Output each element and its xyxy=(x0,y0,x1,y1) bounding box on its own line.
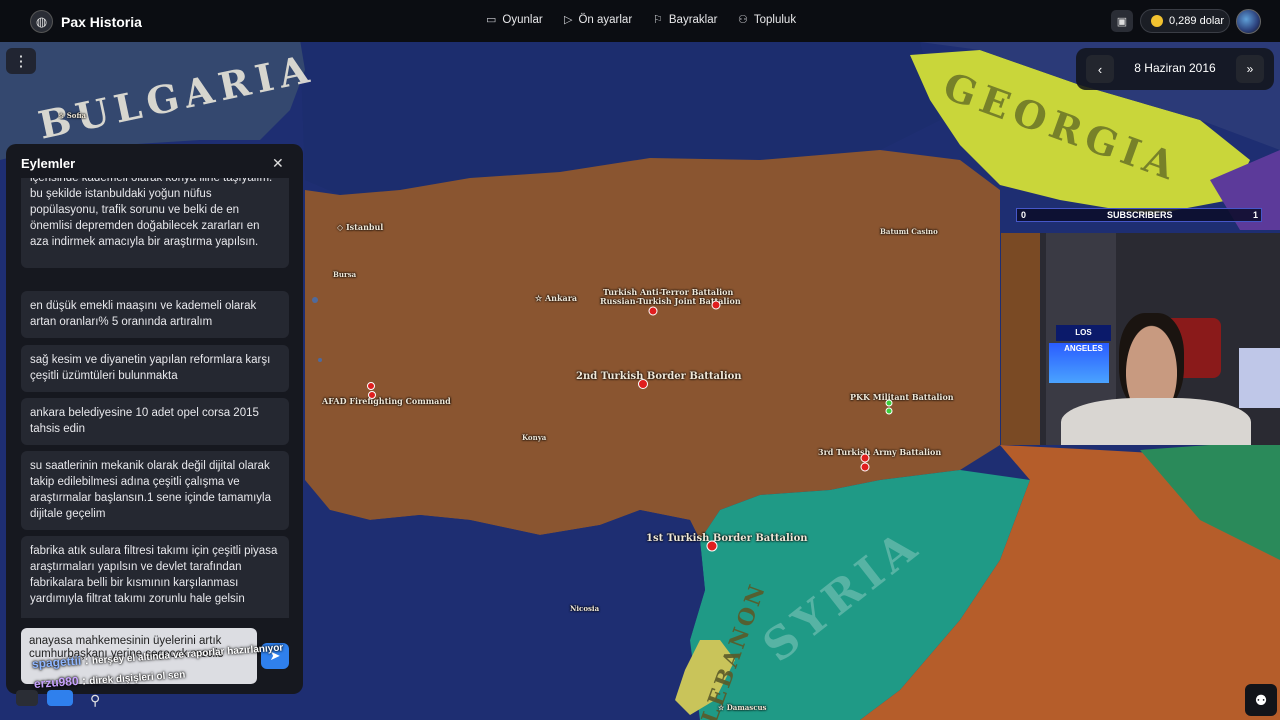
unit-marker xyxy=(860,453,870,463)
nav-item-flags[interactable]: ⚐ Bayraklar xyxy=(653,13,717,27)
subs-right-count: 1 xyxy=(1253,210,1259,220)
users-icon: ⚇ xyxy=(738,14,748,26)
actions-panel: Eylemler ✕ içerisinde kademeli olarak ko… xyxy=(6,144,303,694)
menu-button[interactable]: ⋮ xyxy=(6,48,36,74)
flag-icon: ⚐ xyxy=(653,14,663,26)
unit-marker xyxy=(711,300,721,310)
chevron-left-icon: ‹ xyxy=(1097,61,1103,77)
unit-marker xyxy=(368,391,376,399)
search-icon[interactable]: ⚲ xyxy=(90,692,100,709)
balance-badge[interactable]: 0,289 dolar xyxy=(1140,9,1230,33)
secondary-button[interactable] xyxy=(16,690,38,706)
current-date: 8 Haziran 2016 xyxy=(1134,61,1216,75)
action-item[interactable]: sağ kesim ve diyanetin yapılan reformlar… xyxy=(21,345,289,392)
advance-turn-button[interactable]: » xyxy=(1236,55,1264,83)
nav-item-games[interactable]: ▭ Oyunlar xyxy=(486,13,543,27)
nav-item-community[interactable]: ⚇ Topluluk xyxy=(738,13,796,27)
unit-marker xyxy=(860,462,870,472)
unit-marker xyxy=(706,540,718,552)
camera-settings-button[interactable]: ⚉ xyxy=(1245,684,1277,716)
more-vertical-icon: ⋮ xyxy=(13,53,29,70)
unit-marker xyxy=(885,399,893,407)
close-icon[interactable]: ✕ xyxy=(272,155,284,172)
logo[interactable]: ◍ Pax Historia xyxy=(30,10,142,33)
unit-marker xyxy=(648,306,658,316)
poster: LOS ANGELES xyxy=(1056,325,1111,353)
action-item[interactable]: ankara belediyesine 10 adet opel corsa 2… xyxy=(21,398,289,445)
primary-button[interactable] xyxy=(47,690,73,706)
app-root: BULGARIA GEORGIA SYRIA LEBANON ☆ Sofia ◇… xyxy=(0,0,1280,720)
date-control: ‹ 8 Haziran 2016 » xyxy=(1076,48,1274,90)
nav-item-presets[interactable]: ▷ Ön ayarlar xyxy=(564,13,632,27)
user-avatar[interactable] xyxy=(1236,9,1261,34)
webcam-feed: LOS ANGELES xyxy=(1001,233,1280,445)
coin-icon xyxy=(1151,15,1163,27)
monitor-right xyxy=(1239,348,1280,408)
previous-turn-button[interactable]: ‹ xyxy=(1086,55,1114,83)
app-name: Pax Historia xyxy=(61,13,142,30)
unit-marker xyxy=(638,379,648,389)
person-mic-icon: ⚉ xyxy=(1254,691,1268,708)
subscribers-bar: 0 SUBSCRIBERS 1 xyxy=(1016,208,1262,222)
subs-title: SUBSCRIBERS xyxy=(1107,210,1173,220)
action-item[interactable]: içerisinde kademeli olarak konya iline t… xyxy=(21,178,289,268)
gift-icon: ▣ xyxy=(1116,15,1128,28)
action-item[interactable]: su saatlerinin mekanik olarak değil diji… xyxy=(21,451,289,530)
fast-forward-icon: » xyxy=(1246,62,1254,76)
play-icon: ▷ xyxy=(564,14,573,26)
panel-title: Eylemler xyxy=(21,156,76,171)
unit-marker xyxy=(885,407,893,415)
gamepad-icon: ▭ xyxy=(486,14,497,26)
action-item[interactable]: fabrika atık sulara filtresi takımı için… xyxy=(21,536,289,618)
action-item[interactable]: en düşük emekli maaşını ve kademeli olar… xyxy=(21,291,289,338)
gift-button[interactable]: ▣ xyxy=(1111,10,1133,32)
person-body xyxy=(1061,398,1251,445)
subs-left-count: 0 xyxy=(1021,210,1027,220)
globe-icon: ◍ xyxy=(30,10,53,33)
unit-marker xyxy=(367,382,375,390)
top-navbar: ◍ Pax Historia ▭ Oyunlar ▷ Ön ayarlar ⚐ Bay… xyxy=(0,0,1280,42)
actions-list[interactable]: içerisinde kademeli olarak konya iline t… xyxy=(21,178,289,618)
